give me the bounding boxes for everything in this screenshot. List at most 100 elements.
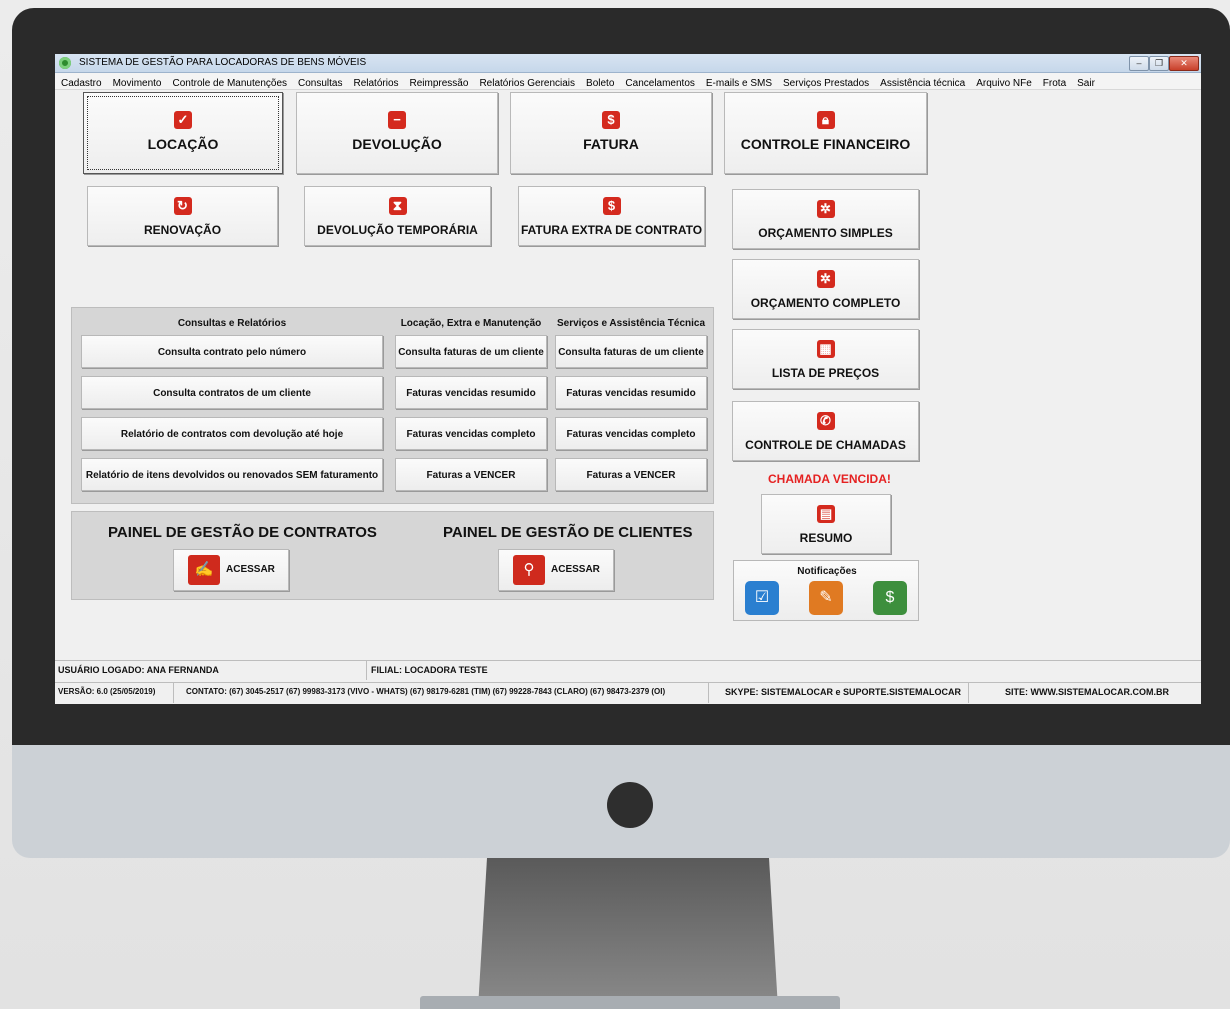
locacao-vencidas-resumido-button[interactable]: Faturas vencidas resumido — [395, 376, 547, 409]
col2-header: Locação, Extra e Manutenção — [400, 318, 542, 329]
locacao-faturas-vencer-button[interactable]: Faturas a VENCER — [395, 458, 547, 491]
app-icon — [59, 57, 71, 69]
col3-header: Serviços e Assistência Técnica — [556, 318, 706, 329]
window-title: SISTEMA DE GESTÃO PARA LOCADORAS DE BENS… — [79, 57, 367, 68]
locacao-vencidas-completo-button[interactable]: Faturas vencidas completo — [395, 417, 547, 450]
acessar-label: ACESSAR — [226, 564, 275, 575]
orcamento-completo-button[interactable]: ✲ ORÇAMENTO COMPLETO — [732, 259, 919, 319]
status-bar-user: USUÁRIO LOGADO: ANA FERNANDA FILIAL: LOC… — [55, 660, 1201, 680]
dollar-icon: $ — [602, 197, 621, 215]
acessar-label: ACESSAR — [551, 564, 600, 575]
menu-frota[interactable]: Frota — [1037, 76, 1071, 89]
skype: SKYPE: SISTEMALOCAR e SUPORTE.SISTEMALOC… — [715, 683, 969, 703]
menu-consultas[interactable]: Consultas — [292, 76, 347, 89]
dollar-icon: $ — [602, 111, 620, 129]
app-window: SISTEMA DE GESTÃO PARA LOCADORAS DE BENS… — [55, 54, 1201, 704]
minimize-button[interactable]: – — [1129, 56, 1149, 71]
orcamento-simples-button[interactable]: ✲ ORÇAMENTO SIMPLES — [732, 189, 919, 249]
menu-sair[interactable]: Sair — [1071, 76, 1100, 89]
relatorio-itens-sem-faturamento-button[interactable]: Relatório de itens devolvidos ou renovad… — [81, 458, 383, 491]
gear-icon: ✲ — [816, 270, 835, 288]
consulta-contratos-cliente-button[interactable]: Consulta contratos de um cliente — [81, 376, 383, 409]
menu-relatorios-gerenciais[interactable]: Relatórios Gerenciais — [473, 76, 580, 89]
menu-reimpressao[interactable]: Reimpressão — [404, 76, 474, 89]
filial: FILIAL: LOCADORA TESTE — [371, 665, 488, 675]
renovacao-button[interactable]: ↻ RENOVAÇÃO — [87, 186, 278, 246]
menu-arquivo-nfe[interactable]: Arquivo NFe — [970, 76, 1037, 89]
fatura-label: FATURA — [583, 136, 639, 152]
lista-precos-label: LISTA DE PREÇOS — [771, 366, 880, 380]
menu-cadastro[interactable]: Cadastro — [55, 76, 107, 89]
clients-search-icon: ⚲ — [513, 555, 545, 585]
fatura-extra-label: FATURA EXTRA DE CONTRATO — [520, 223, 703, 237]
chamada-vencida-warning: CHAMADA VENCIDA! — [768, 472, 891, 486]
menu-controle-manutencoes[interactable]: Controle de Manutenções — [166, 76, 292, 89]
checklist-icon[interactable]: ☑ — [745, 581, 779, 615]
minus-icon: − — [388, 111, 406, 129]
locacao-label: LOCAÇÃO — [147, 136, 219, 152]
fatura-button[interactable]: $ FATURA — [510, 92, 712, 174]
monitor-stand — [478, 858, 778, 1008]
servicos-faturas-vencer-button[interactable]: Faturas a VENCER — [555, 458, 707, 491]
consulta-contrato-numero-button[interactable]: Consulta contrato pelo número — [81, 335, 383, 368]
monitor-base — [420, 996, 840, 1009]
controle-financeiro-button[interactable]: 🔒︎ CONTROLE FINANCEIRO — [724, 92, 927, 174]
notificacoes-panel: Notificações ☑ ✎ $ — [733, 560, 919, 621]
locacao-consulta-faturas-button[interactable]: Consulta faturas de um cliente — [395, 335, 547, 368]
gestao-contratos-title: PAINEL DE GESTÃO DE CONTRATOS — [108, 524, 377, 541]
lock-icon: 🔒︎ — [816, 111, 835, 129]
usuario-logado: USUÁRIO LOGADO: ANA FERNANDA — [55, 661, 367, 680]
controle-chamadas-button[interactable]: ✆ CONTROLE DE CHAMADAS — [732, 401, 919, 461]
servicos-vencidas-completo-button[interactable]: Faturas vencidas completo — [555, 417, 707, 450]
resumo-button[interactable]: ▤ RESUMO — [761, 494, 891, 554]
renovacao-label: RENOVAÇÃO — [143, 223, 222, 237]
menu-movimento[interactable]: Movimento — [107, 76, 167, 89]
acessar-contratos-button[interactable]: ✍ ACESSAR — [173, 549, 289, 591]
devolucao-temporaria-button[interactable]: ⧗ DEVOLUÇÃO TEMPORÁRIA — [304, 186, 491, 246]
consultas-panel: Consultas e Relatórios Locação, Extra e … — [71, 307, 714, 504]
controle-chamadas-label: CONTROLE DE CHAMADAS — [745, 438, 906, 452]
locacao-button[interactable]: ✓ LOCAÇÃO — [83, 92, 283, 174]
resumo-label: RESUMO — [799, 531, 853, 545]
title-bar: SISTEMA DE GESTÃO PARA LOCADORAS DE BENS… — [55, 54, 1201, 73]
check-icon: ✓ — [174, 111, 192, 129]
billing-icon[interactable]: $ — [873, 581, 907, 615]
maximize-button[interactable]: ❐ — [1149, 56, 1169, 71]
col1-header: Consultas e Relatórios — [177, 318, 287, 329]
devolucao-button[interactable]: − DEVOLUÇÃO — [296, 92, 498, 174]
gear-icon: ✲ — [816, 200, 835, 218]
hourglass-icon: ⧗ — [388, 197, 407, 215]
menu-relatorios[interactable]: Relatórios — [347, 76, 403, 89]
devolucao-label: DEVOLUÇÃO — [352, 136, 442, 152]
status-bar-info: VERSÃO: 6.0 (25/05/2019) CONTATO: (67) 3… — [55, 682, 1201, 703]
monitor-button — [607, 782, 653, 828]
menu-assistencia-tecnica[interactable]: Assistência técnica — [874, 76, 970, 89]
versao: VERSÃO: 6.0 (25/05/2019) — [55, 683, 174, 703]
contract-icon: ✍ — [188, 555, 220, 585]
orcamento-simples-label: ORÇAMENTO SIMPLES — [758, 226, 893, 240]
servicos-vencidas-resumido-button[interactable]: Faturas vencidas resumido — [555, 376, 707, 409]
document-icon: ▤ — [817, 505, 835, 523]
notificacoes-label: Notificações — [797, 566, 857, 577]
menu-bar: Cadastro Movimento Controle de Manutenções… — [55, 73, 1201, 90]
menu-boleto[interactable]: Boleto — [580, 76, 619, 89]
fatura-extra-button[interactable]: $ FATURA EXTRA DE CONTRATO — [518, 186, 705, 246]
acessar-clientes-button[interactable]: ⚲ ACESSAR — [498, 549, 614, 591]
close-button[interactable]: ✕ — [1169, 56, 1199, 71]
lista-precos-button[interactable]: ▦ LISTA DE PREÇOS — [732, 329, 919, 389]
menu-servicos-prestados[interactable]: Serviços Prestados — [777, 76, 874, 89]
servicos-consulta-faturas-button[interactable]: Consulta faturas de um cliente — [555, 335, 707, 368]
gestao-clientes-title: PAINEL DE GESTÃO DE CLIENTES — [443, 524, 693, 541]
contato: CONTATO: (67) 3045-2517 (67) 99983-3173 … — [182, 683, 709, 703]
phone-icon: ✆ — [816, 412, 835, 430]
calculator-icon: ▦ — [816, 340, 835, 358]
controle-financeiro-label: CONTROLE FINANCEIRO — [740, 136, 911, 152]
refresh-icon: ↻ — [173, 197, 192, 215]
orcamento-completo-label: ORÇAMENTO COMPLETO — [750, 296, 901, 310]
menu-emails-sms[interactable]: E-mails e SMS — [700, 76, 777, 89]
relatorio-devolucao-hoje-button[interactable]: Relatório de contratos com devolução até… — [81, 417, 383, 450]
invoice-edit-icon[interactable]: ✎ — [809, 581, 843, 615]
gestao-panel: PAINEL DE GESTÃO DE CONTRATOS PAINEL DE … — [71, 511, 714, 600]
menu-cancelamentos[interactable]: Cancelamentos — [619, 76, 699, 89]
devolucao-temporaria-label: DEVOLUÇÃO TEMPORÁRIA — [317, 223, 478, 237]
